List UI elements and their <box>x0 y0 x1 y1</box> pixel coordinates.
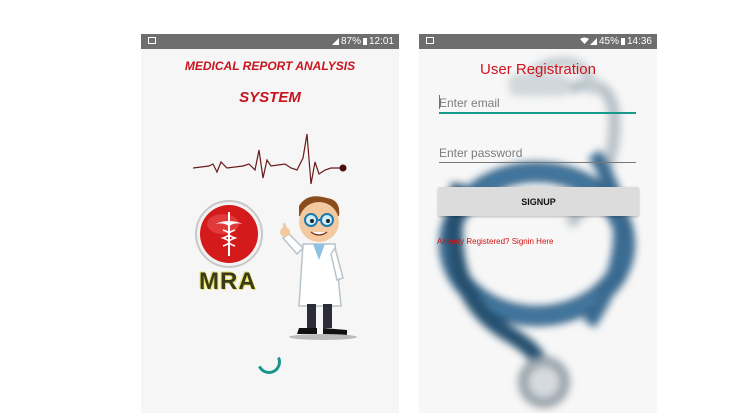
loading-spinner <box>253 346 285 378</box>
password-field-container <box>439 144 636 163</box>
battery-level: 45% <box>598 36 619 47</box>
battery-level: 87% <box>340 36 361 47</box>
app-title-line1: MEDICAL REPORT ANALYSIS <box>184 59 356 73</box>
splash-screen: 87% 12:01 MEDICAL REPORT ANALYSIS SYSTEM … <box>141 34 399 413</box>
stethoscope-background-image <box>439 57 635 408</box>
page-title: User Registration <box>480 61 596 78</box>
wifi-icon <box>579 34 589 49</box>
signup-button[interactable]: SIGNUP <box>438 187 639 216</box>
status-bar: 45% 14:36 <box>419 34 657 49</box>
password-field[interactable] <box>439 144 636 162</box>
text-cursor <box>439 95 440 109</box>
caduceus-icon <box>195 200 263 268</box>
logo-text: MRA <box>199 268 257 295</box>
mra-logo: MRA <box>193 192 265 302</box>
status-time: 14:36 <box>626 36 652 47</box>
signal-icon <box>331 38 339 45</box>
app-title-line2: SYSTEM <box>239 89 301 106</box>
status-time: 12:01 <box>368 36 394 47</box>
signin-link[interactable]: Already Registered? Signin Here <box>437 237 554 246</box>
notification-icon <box>426 37 434 44</box>
notification-icon <box>148 37 156 44</box>
battery-icon <box>362 38 367 45</box>
email-field[interactable] <box>439 94 636 112</box>
email-field-container <box>439 94 636 114</box>
status-bar: 87% 12:01 <box>141 34 399 49</box>
signal-icon <box>589 38 597 45</box>
doctor-illustration <box>280 196 357 340</box>
registration-screen: 45% 14:36 User Registration SIGNUP Alread… <box>419 34 657 413</box>
battery-icon <box>620 38 625 45</box>
heartbeat-icon <box>193 133 347 185</box>
